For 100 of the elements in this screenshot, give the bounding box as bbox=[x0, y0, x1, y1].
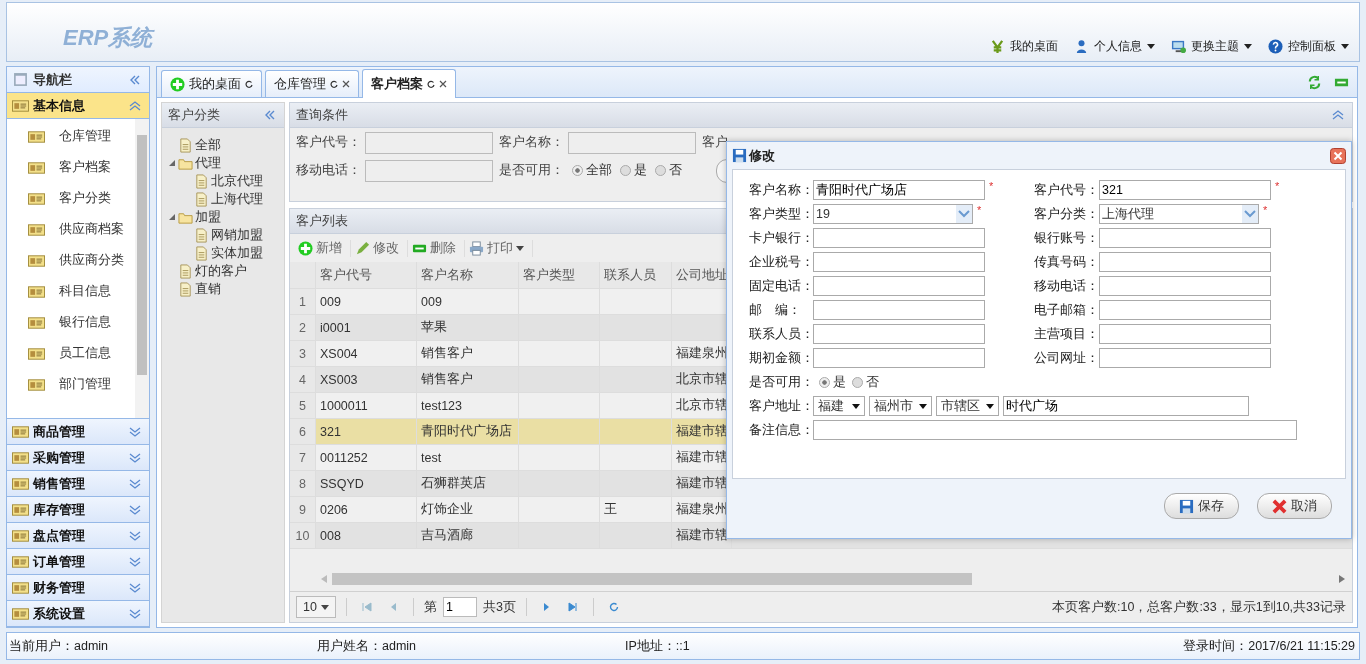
toolbar-button[interactable]: 新增 bbox=[294, 239, 351, 257]
header-menu-item[interactable]: 个人信息 bbox=[1074, 38, 1155, 55]
close-icon[interactable] bbox=[1330, 147, 1346, 164]
table-cell: i0001 bbox=[316, 315, 417, 340]
nav-group-header[interactable]: 库存管理 bbox=[7, 497, 149, 523]
input-field[interactable] bbox=[1099, 228, 1271, 248]
input-field[interactable] bbox=[568, 131, 696, 154]
last-page-icon[interactable] bbox=[567, 602, 578, 612]
nav-group-header[interactable]: 商品管理 bbox=[7, 419, 149, 445]
input-field[interactable] bbox=[813, 252, 985, 272]
toolbar-button[interactable]: 删除 bbox=[408, 239, 465, 257]
toolbar-button[interactable]: 打印 bbox=[465, 239, 533, 257]
collapse-icon[interactable] bbox=[129, 74, 141, 85]
combo-box[interactable]: 19 bbox=[813, 204, 973, 224]
header-menu-item[interactable]: 控制面板 bbox=[1268, 38, 1349, 55]
dropdown-select[interactable]: 福州市 bbox=[869, 396, 932, 416]
radio-option[interactable]: 全部 bbox=[572, 162, 612, 179]
dialog-button[interactable]: 保存 bbox=[1164, 493, 1239, 519]
close-icon[interactable] bbox=[439, 80, 447, 88]
scrollbar[interactable] bbox=[135, 119, 149, 418]
input-field[interactable]: 青阳时代广场店 bbox=[813, 180, 985, 200]
status-text: 用户姓名：admin bbox=[317, 637, 417, 655]
tab[interactable]: 仓库管理 bbox=[265, 70, 359, 97]
column-header[interactable]: 联系人员 bbox=[600, 262, 672, 288]
expander-icon[interactable] bbox=[168, 213, 176, 221]
nav-item[interactable]: 客户分类 bbox=[7, 183, 135, 214]
nav-group-header[interactable]: 财务管理 bbox=[7, 575, 149, 601]
tab[interactable]: 我的桌面 bbox=[161, 70, 262, 97]
tree-node[interactable]: 全部 bbox=[168, 136, 284, 154]
tree-node[interactable]: 上海代理 bbox=[168, 190, 284, 208]
header-menu-item[interactable]: 我的桌面 bbox=[990, 38, 1058, 55]
nav-group-header[interactable]: 订单管理 bbox=[7, 549, 149, 575]
input-field[interactable] bbox=[365, 159, 493, 182]
scroll-right-icon[interactable] bbox=[1338, 575, 1346, 583]
column-header[interactable]: 客户代号 bbox=[316, 262, 417, 288]
nav-item[interactable]: 供应商档案 bbox=[7, 214, 135, 245]
nav-group-header[interactable]: 系统设置 bbox=[7, 601, 149, 627]
nav-group-header[interactable]: 基本信息 bbox=[7, 93, 149, 119]
refresh-icon[interactable] bbox=[245, 80, 253, 88]
tree-node[interactable]: 代理 bbox=[168, 154, 284, 172]
radio-option[interactable]: 是 bbox=[620, 162, 647, 179]
radio-button[interactable] bbox=[620, 165, 631, 176]
input-field[interactable] bbox=[813, 420, 1297, 440]
input-field[interactable] bbox=[813, 300, 985, 320]
input-field[interactable] bbox=[813, 324, 985, 344]
radio-option[interactable]: 否 bbox=[655, 162, 682, 179]
nav-item[interactable]: 部门管理 bbox=[7, 369, 135, 400]
dialog-button[interactable]: 取消 bbox=[1257, 493, 1332, 519]
close-icon[interactable] bbox=[342, 80, 350, 88]
input-field[interactable]: 321 bbox=[1099, 180, 1271, 200]
radio-button[interactable] bbox=[572, 165, 583, 176]
radio-button[interactable] bbox=[852, 376, 863, 388]
input-field[interactable] bbox=[1099, 324, 1271, 344]
tree-node[interactable]: 灯的客户 bbox=[168, 262, 284, 280]
input-field[interactable]: 时代广场 bbox=[1003, 396, 1249, 416]
input-field[interactable] bbox=[1099, 348, 1271, 368]
header-menu-item[interactable]: 更换主题 bbox=[1171, 38, 1252, 55]
nav-item[interactable]: 科目信息 bbox=[7, 276, 135, 307]
table-cell: test123 bbox=[417, 393, 519, 418]
toolbar-button[interactable]: 修改 bbox=[351, 239, 408, 257]
page-size-select[interactable]: 10 bbox=[296, 596, 336, 618]
collapse-icon[interactable] bbox=[264, 110, 276, 120]
nav-item[interactable]: 供应商分类 bbox=[7, 245, 135, 276]
dropdown-select[interactable]: 市辖区 bbox=[936, 396, 999, 416]
nav-item[interactable]: 银行信息 bbox=[7, 307, 135, 338]
nav-group-header[interactable]: 盘点管理 bbox=[7, 523, 149, 549]
nav-group-header[interactable]: 销售管理 bbox=[7, 471, 149, 497]
input-field[interactable] bbox=[1099, 300, 1271, 320]
input-field[interactable] bbox=[1099, 276, 1271, 296]
tree-node[interactable]: 加盟 bbox=[168, 208, 284, 226]
tab[interactable]: 客户档案 bbox=[362, 69, 456, 98]
tree-node[interactable]: 实体加盟 bbox=[168, 244, 284, 262]
column-header[interactable]: 客户类型 bbox=[519, 262, 600, 288]
tree-node[interactable]: 北京代理 bbox=[168, 172, 284, 190]
page-number-field[interactable]: 1 bbox=[442, 597, 477, 617]
radio-option[interactable]: 否 bbox=[852, 373, 879, 391]
dropdown-select[interactable]: 福建 bbox=[813, 396, 865, 416]
nav-group-header[interactable]: 采购管理 bbox=[7, 445, 149, 471]
nav-item[interactable]: 员工信息 bbox=[7, 338, 135, 369]
tree-node[interactable]: 直销 bbox=[168, 280, 284, 298]
expander-icon[interactable] bbox=[168, 159, 176, 167]
nav-item[interactable]: 客户档案 bbox=[7, 152, 135, 183]
tree-node[interactable]: 网销加盟 bbox=[168, 226, 284, 244]
column-header[interactable]: 客户名称 bbox=[417, 262, 519, 288]
refresh-icon[interactable] bbox=[330, 80, 338, 88]
radio-option[interactable]: 是 bbox=[819, 373, 846, 391]
nav-item[interactable]: 仓库管理 bbox=[7, 121, 135, 152]
input-field[interactable] bbox=[365, 131, 493, 154]
combo-box[interactable]: 上海代理 bbox=[1099, 204, 1259, 224]
first-page-icon[interactable] bbox=[361, 602, 372, 612]
scroll-left-icon[interactable] bbox=[320, 575, 328, 583]
input-field[interactable] bbox=[813, 276, 985, 296]
refresh-icon[interactable] bbox=[427, 80, 435, 88]
radio-button[interactable] bbox=[655, 165, 666, 176]
chevron-down-icon bbox=[1242, 205, 1258, 223]
input-field[interactable] bbox=[813, 348, 985, 368]
radio-button[interactable] bbox=[819, 376, 830, 388]
collapse-icon[interactable] bbox=[1332, 110, 1344, 120]
input-field[interactable] bbox=[1099, 252, 1271, 272]
input-field[interactable] bbox=[813, 228, 985, 248]
